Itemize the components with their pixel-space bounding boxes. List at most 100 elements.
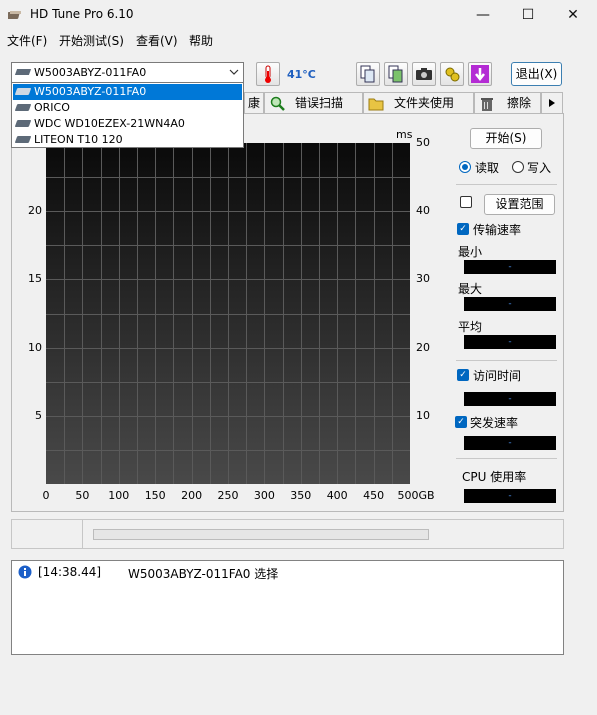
x-tick-label: 300	[253, 489, 275, 502]
divider	[456, 458, 557, 459]
options-icon	[445, 67, 460, 82]
copy-text-icon	[360, 65, 375, 83]
folder-icon	[368, 98, 384, 111]
y-left-tick-label: 15	[28, 272, 42, 286]
menu-start-test[interactable]: 开始测试(S)	[59, 32, 124, 49]
write-radio[interactable]	[512, 161, 524, 173]
cpu-usage-label: CPU 使用率	[462, 470, 527, 484]
access-time-value: -	[464, 392, 556, 406]
start-button[interactable]: 开始(S)	[470, 128, 542, 149]
camera-icon	[416, 68, 432, 80]
window-title: HD Tune Pro 6.10	[30, 7, 134, 21]
y-right-tick-label: 10	[416, 408, 430, 422]
progress-bar	[93, 529, 429, 540]
x-tick-label: 100	[108, 489, 130, 502]
x-tick-label: 350	[290, 489, 312, 502]
transfer-rate-label: 传输速率	[473, 223, 522, 237]
tab-scroll-button[interactable]	[541, 92, 563, 114]
access-time-label: 访问时间	[473, 369, 522, 383]
temperature-button[interactable]	[256, 62, 280, 86]
exit-button[interactable]: 退出(X)	[511, 62, 562, 86]
menu-bar: 文件(F) 开始测试(S) 查看(V) 帮助	[0, 30, 597, 50]
burst-rate-value: -	[464, 436, 556, 450]
copy-image-button[interactable]	[384, 62, 408, 86]
screenshot-button[interactable]	[412, 62, 436, 86]
access-time-checkbox[interactable]: ✓	[457, 369, 469, 381]
copy-image-icon	[388, 65, 403, 83]
drive-option[interactable]: W5003ABYZ-011FA0	[13, 84, 242, 100]
cpu-usage-value: -	[464, 489, 556, 503]
log-panel: [14:38.44] W5003ABYZ-011FA0 选择	[11, 560, 564, 655]
read-radio[interactable]	[459, 161, 471, 173]
drive-icon	[14, 88, 32, 95]
drive-icon	[14, 69, 32, 75]
max-value: -	[464, 297, 556, 311]
copy-text-button[interactable]	[356, 62, 380, 86]
info-icon	[18, 565, 32, 579]
tab-error-scan[interactable]: 错误扫描	[264, 92, 363, 114]
y-right-tick-label: 50	[416, 136, 430, 149]
drive-option[interactable]: ORICO	[13, 100, 242, 116]
read-label: 读取	[475, 161, 500, 175]
trash-icon	[481, 98, 493, 111]
avg-value: -	[464, 335, 556, 349]
y-right-tick-label: 40	[416, 204, 430, 218]
title-bar: HD Tune Pro 6.10 — ☐ ✕	[0, 0, 597, 30]
menu-file[interactable]: 文件(F)	[7, 32, 47, 49]
chevron-right-icon	[549, 99, 555, 107]
range-checkbox[interactable]	[460, 196, 472, 208]
burst-rate-label: 突发速率	[470, 416, 519, 430]
drive-list: W5003ABYZ-011FA0 ORICO WDC WD10EZEX-21WN…	[11, 82, 244, 148]
selected-drive: W5003ABYZ-011FA0	[34, 66, 147, 79]
x-tick-label: 400	[326, 489, 348, 502]
menu-view[interactable]: 查看(V)	[136, 32, 178, 49]
y-left-tick-label: 5	[35, 408, 42, 422]
burst-rate-checkbox[interactable]: ✓	[455, 416, 467, 428]
write-label: 写入	[527, 161, 552, 175]
drive-icon	[14, 136, 32, 143]
x-tick-label: 200	[181, 489, 203, 502]
tab-partial[interactable]: 康	[244, 92, 264, 114]
x-tick-label: 50	[75, 489, 90, 502]
save-down-icon	[471, 65, 489, 83]
drive-icon	[14, 120, 32, 127]
drive-option[interactable]: WDC WD10EZEX-21WN4A0	[13, 116, 242, 132]
app-icon	[8, 11, 21, 19]
min-value: -	[464, 260, 556, 274]
x-tick-label: 500GB	[397, 489, 435, 502]
y-right-tick-label: 20	[416, 340, 430, 354]
tab-folder-usage[interactable]: 文件夹使用	[363, 92, 474, 114]
graph-grid	[46, 143, 410, 484]
divider	[456, 360, 557, 361]
thermometer-icon	[265, 65, 271, 83]
drive-select[interactable]: W5003ABYZ-011FA0	[11, 62, 244, 83]
x-tick-label: 250	[217, 489, 239, 502]
tab-erase[interactable]: 擦除	[474, 92, 541, 114]
log-time: [14:38.44]	[38, 565, 102, 579]
log-message: W5003ABYZ-011FA0 选择	[128, 567, 279, 581]
drive-icon	[14, 104, 32, 111]
set-range-button[interactable]: 设置范围	[484, 194, 555, 215]
menu-help[interactable]: 帮助	[189, 32, 213, 49]
maximize-button[interactable]: ☐	[505, 0, 551, 30]
chevron-down-icon	[229, 69, 239, 75]
x-tick-label: 0	[42, 489, 50, 502]
progress-area	[11, 519, 564, 549]
x-tick-label: 450	[363, 489, 385, 502]
temperature-value: 41°C	[287, 68, 316, 81]
max-label: 最大	[458, 282, 483, 296]
min-label: 最小	[458, 245, 483, 259]
y-left-tick-label: 10	[28, 340, 42, 354]
options-button[interactable]	[440, 62, 464, 86]
minimize-button[interactable]: —	[460, 0, 506, 30]
drive-option[interactable]: LITEON T10 120	[13, 132, 242, 148]
close-button[interactable]: ✕	[550, 0, 596, 30]
benchmark-graph	[46, 143, 410, 484]
magnifier-icon	[270, 96, 285, 111]
divider	[456, 184, 557, 185]
y-left-tick-label: 20	[28, 204, 42, 218]
avg-label: 平均	[458, 320, 483, 334]
transfer-rate-checkbox[interactable]: ✓	[457, 223, 469, 235]
y-right-tick-label: 30	[416, 272, 430, 286]
save-button[interactable]	[468, 62, 492, 86]
